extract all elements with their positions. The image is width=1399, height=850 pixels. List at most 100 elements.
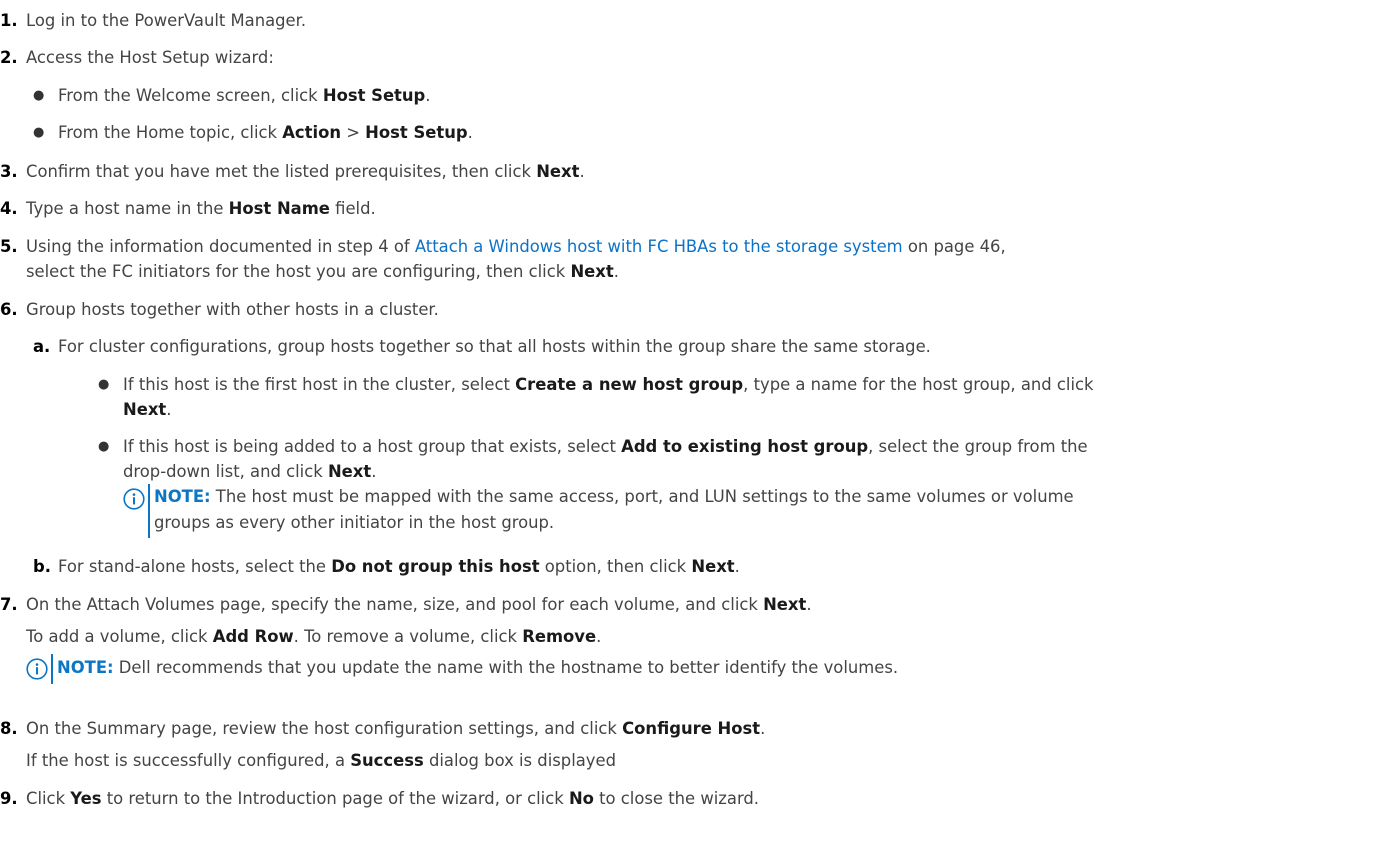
text: , select the group from the xyxy=(868,437,1088,456)
note-text: NOTE: Dell recommends that you update th… xyxy=(57,657,898,679)
text: . xyxy=(425,86,431,105)
text: drop-down list, and click xyxy=(123,462,328,481)
step-number: 7. xyxy=(0,595,18,614)
ui-term: Add to existing host group xyxy=(621,437,869,456)
step-8-text: On the Summary page, review the host con… xyxy=(26,718,765,740)
text: , type a name for the host group, and cl… xyxy=(743,375,1094,394)
text: Using the information documented in step… xyxy=(26,237,415,256)
text: . xyxy=(596,627,602,646)
text: If the host is successfully configured, … xyxy=(26,751,351,770)
ui-term: Remove xyxy=(522,627,597,646)
note-accent-bar xyxy=(148,484,150,538)
text: . xyxy=(467,123,473,142)
text: Dell recommends that you update the name… xyxy=(113,658,899,677)
info-icon xyxy=(26,658,48,680)
ui-term: Next xyxy=(763,595,807,614)
bullet-dot: ● xyxy=(98,377,110,392)
text: . xyxy=(760,719,766,738)
step-2-bullet-1: From the Welcome screen, click Host Setu… xyxy=(58,85,431,107)
step-number: 6. xyxy=(0,300,18,319)
step-number: 8. xyxy=(0,719,18,738)
note-text-line-2: groups as every other initiator in the h… xyxy=(154,513,555,532)
substep-label: a. xyxy=(33,337,51,356)
ui-term: No xyxy=(568,789,594,808)
bullet-dot: ● xyxy=(98,439,110,454)
text: Confirm that you have met the listed pre… xyxy=(26,162,537,181)
text: to return to the Introduction page of th… xyxy=(101,789,569,808)
step-4-text: Type a host name in the Host Name field. xyxy=(26,198,376,220)
text: . xyxy=(166,400,172,419)
text: . To remove a volume, click xyxy=(293,627,523,646)
text: On the Summary page, review the host con… xyxy=(26,719,623,738)
text: If this host is being added to a host gr… xyxy=(123,437,622,456)
ui-term: Next xyxy=(536,162,580,181)
text: select the FC initiators for the host yo… xyxy=(26,262,571,281)
text: to close the wizard. xyxy=(593,789,760,808)
step-5-text-line-2: select the FC initiators for the host yo… xyxy=(26,261,619,283)
step-number: 2. xyxy=(0,48,18,67)
ui-term: Add Row xyxy=(212,627,294,646)
step-number: 1. xyxy=(0,11,18,30)
text: dialog box is displayed xyxy=(423,751,616,770)
step-number: 4. xyxy=(0,199,18,218)
text: To add a volume, click xyxy=(26,627,213,646)
step-2-bullet-2: From the Home topic, click Action > Host… xyxy=(58,122,473,144)
ui-term: Do not group this host xyxy=(331,557,540,576)
ui-term: Host Name xyxy=(228,199,330,218)
text: > xyxy=(341,123,366,142)
substep-a-bullet-2: If this host is being added to a host gr… xyxy=(123,436,1088,458)
substep-a-text: For cluster configurations, group hosts … xyxy=(58,337,931,356)
step-5-text: Using the information documented in step… xyxy=(26,236,1006,258)
ui-term: Host Setup xyxy=(365,123,468,142)
text: . xyxy=(371,462,377,481)
ui-term: Next xyxy=(123,400,167,419)
substep-label: b. xyxy=(33,557,51,576)
step-8-subtext: If the host is successfully configured, … xyxy=(26,750,616,772)
note-text: NOTE: The host must be mapped with the s… xyxy=(154,486,1074,508)
step-3-text: Confirm that you have met the listed pre… xyxy=(26,161,585,183)
note-label: NOTE: xyxy=(57,658,114,677)
text: If this host is the first host in the cl… xyxy=(123,375,516,394)
info-icon xyxy=(123,488,145,510)
text: On the Attach Volumes page, specify the … xyxy=(26,595,764,614)
step-number: 5. xyxy=(0,237,18,256)
cross-reference-link[interactable]: Attach a Windows host with FC HBAs to th… xyxy=(415,237,903,256)
text: For stand-alone hosts, select the xyxy=(58,557,332,576)
ui-term: Yes xyxy=(70,789,102,808)
note-accent-bar xyxy=(51,654,53,684)
step-7-subtext: To add a volume, click Add Row. To remov… xyxy=(26,626,601,648)
ui-term: Configure Host xyxy=(622,719,761,738)
substep-a-bullet-1: If this host is the first host in the cl… xyxy=(123,374,1094,396)
ui-term: Create a new host group xyxy=(515,375,744,394)
text: The host must be mapped with the same ac… xyxy=(210,487,1074,506)
ui-term: Host Setup xyxy=(322,86,426,105)
ui-term: Success xyxy=(350,751,424,770)
bullet-dot: ● xyxy=(33,88,45,103)
text: . xyxy=(806,595,812,614)
step-7-text: On the Attach Volumes page, specify the … xyxy=(26,594,812,616)
step-6-text: Group hosts together with other hosts in… xyxy=(26,300,439,319)
substep-a-bullet-1-line-2: Next. xyxy=(123,399,171,421)
text: . xyxy=(613,262,619,281)
text: . xyxy=(734,557,740,576)
text: Click xyxy=(26,789,71,808)
step-number: 3. xyxy=(0,162,18,181)
text: on page 46, xyxy=(902,237,1006,256)
step-2-text: Access the Host Setup wizard: xyxy=(26,48,274,67)
substep-b-text: For stand-alone hosts, select the Do not… xyxy=(58,556,740,578)
text: From the Welcome screen, click xyxy=(58,86,323,105)
text: option, then click xyxy=(539,557,692,576)
substep-a-bullet-2-line-2: drop-down list, and click Next. xyxy=(123,461,376,483)
text: Type a host name in the xyxy=(26,199,229,218)
note-label: NOTE: xyxy=(154,487,211,506)
ui-term: Next xyxy=(327,462,372,481)
bullet-dot: ● xyxy=(33,125,45,140)
text: From the Home topic, click xyxy=(58,123,283,142)
text: field. xyxy=(329,199,376,218)
step-9-text: Click Yes to return to the Introduction … xyxy=(26,788,759,810)
step-number: 9. xyxy=(0,789,18,808)
ui-term: Next xyxy=(570,262,614,281)
ui-term: Action xyxy=(282,123,342,142)
step-1-text: Log in to the PowerVault Manager. xyxy=(26,11,307,30)
ui-term: Next xyxy=(691,557,735,576)
